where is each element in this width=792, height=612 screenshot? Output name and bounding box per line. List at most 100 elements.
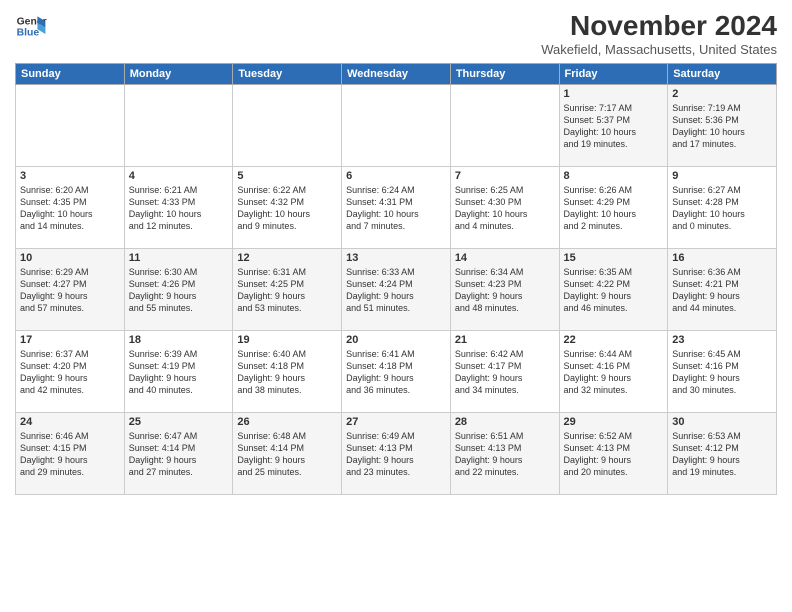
day-number: 11 xyxy=(129,252,229,264)
calendar-cell: 2Sunrise: 7:19 AM Sunset: 5:36 PM Daylig… xyxy=(668,85,777,167)
calendar-cell: 12 Sunrise: 6:31 AM Sunset: 4:25 PM Dayli… xyxy=(233,249,342,331)
day-number: 26 xyxy=(237,416,337,428)
day-info: Sunrise: 6:39 AM Sunset: 4:19 PM Dayligh… xyxy=(129,348,229,397)
day-info: Sunrise: 6:51 AM Sunset: 4:13 PM Dayligh… xyxy=(455,430,555,479)
day-number: 14 xyxy=(455,252,555,264)
logo: General Blue xyxy=(15,10,47,42)
calendar-cell: 5 Sunrise: 6:22 AM Sunset: 4:32 PM Daylig… xyxy=(233,167,342,249)
calendar-cell: 22 Sunrise: 6:44 AM Sunset: 4:16 PM Dayli… xyxy=(559,331,668,413)
day-number: 13 xyxy=(346,252,446,264)
calendar-cell: 21 Sunrise: 6:42 AM Sunset: 4:17 PM Dayli… xyxy=(450,331,559,413)
calendar-cell: 28Sunrise: 6:51 AM Sunset: 4:13 PM Dayli… xyxy=(450,413,559,495)
calendar-header-saturday: Saturday xyxy=(668,64,777,85)
day-info: Sunrise: 6:31 AM Sunset: 4:25 PM Dayligh… xyxy=(237,266,337,315)
calendar-cell xyxy=(16,85,125,167)
month-title: November 2024 xyxy=(541,10,777,42)
day-info: Sunrise: 6:21 AM Sunset: 4:33 PM Dayligh… xyxy=(129,184,229,233)
day-info: Sunrise: 6:42 AM Sunset: 4:17 PM Dayligh… xyxy=(455,348,555,397)
location-subtitle: Wakefield, Massachusetts, United States xyxy=(541,42,777,57)
day-info: Sunrise: 6:41 AM Sunset: 4:18 PM Dayligh… xyxy=(346,348,446,397)
calendar-week-row: 3 Sunrise: 6:20 AM Sunset: 4:35 PM Daylig… xyxy=(16,167,777,249)
day-number: 7 xyxy=(455,170,555,182)
day-number: 3 xyxy=(20,170,120,182)
calendar-cell: 30Sunrise: 6:53 AM Sunset: 4:12 PM Dayli… xyxy=(668,413,777,495)
day-info: Sunrise: 6:46 AM Sunset: 4:15 PM Dayligh… xyxy=(20,430,120,479)
calendar-cell: 19Sunrise: 6:40 AM Sunset: 4:18 PM Dayli… xyxy=(233,331,342,413)
day-number: 4 xyxy=(129,170,229,182)
day-number: 23 xyxy=(672,334,772,346)
calendar-week-row: 10Sunrise: 6:29 AM Sunset: 4:27 PM Dayli… xyxy=(16,249,777,331)
calendar-cell: 16 Sunrise: 6:36 AM Sunset: 4:21 PM Dayli… xyxy=(668,249,777,331)
calendar-cell: 26 Sunrise: 6:48 AM Sunset: 4:14 PM Dayli… xyxy=(233,413,342,495)
day-number: 20 xyxy=(346,334,446,346)
day-info: Sunrise: 6:47 AM Sunset: 4:14 PM Dayligh… xyxy=(129,430,229,479)
calendar-header-tuesday: Tuesday xyxy=(233,64,342,85)
calendar-cell: 17 Sunrise: 6:37 AM Sunset: 4:20 PM Dayli… xyxy=(16,331,125,413)
logo-icon: General Blue xyxy=(15,10,47,42)
day-number: 5 xyxy=(237,170,337,182)
calendar-header-monday: Monday xyxy=(124,64,233,85)
day-number: 18 xyxy=(129,334,229,346)
calendar-cell: 25 Sunrise: 6:47 AM Sunset: 4:14 PM Dayli… xyxy=(124,413,233,495)
svg-text:Blue: Blue xyxy=(17,28,40,39)
day-number: 15 xyxy=(564,252,664,264)
day-info: Sunrise: 6:53 AM Sunset: 4:12 PM Dayligh… xyxy=(672,430,772,479)
day-number: 8 xyxy=(564,170,664,182)
day-info: Sunrise: 6:45 AM Sunset: 4:16 PM Dayligh… xyxy=(672,348,772,397)
day-info: Sunrise: 6:37 AM Sunset: 4:20 PM Dayligh… xyxy=(20,348,120,397)
calendar-cell: 8 Sunrise: 6:26 AM Sunset: 4:29 PM Daylig… xyxy=(559,167,668,249)
calendar-cell: 7 Sunrise: 6:25 AM Sunset: 4:30 PM Daylig… xyxy=(450,167,559,249)
title-area: November 2024 Wakefield, Massachusetts, … xyxy=(541,10,777,57)
calendar-week-row: 24 Sunrise: 6:46 AM Sunset: 4:15 PM Dayli… xyxy=(16,413,777,495)
day-info: Sunrise: 6:34 AM Sunset: 4:23 PM Dayligh… xyxy=(455,266,555,315)
day-info: Sunrise: 6:24 AM Sunset: 4:31 PM Dayligh… xyxy=(346,184,446,233)
day-number: 22 xyxy=(564,334,664,346)
day-number: 12 xyxy=(237,252,337,264)
day-number: 21 xyxy=(455,334,555,346)
day-number: 1 xyxy=(564,88,664,100)
calendar-week-row: 17 Sunrise: 6:37 AM Sunset: 4:20 PM Dayli… xyxy=(16,331,777,413)
calendar-cell: 14 Sunrise: 6:34 AM Sunset: 4:23 PM Dayli… xyxy=(450,249,559,331)
day-info: Sunrise: 6:48 AM Sunset: 4:14 PM Dayligh… xyxy=(237,430,337,479)
day-info: Sunrise: 6:27 AM Sunset: 4:28 PM Dayligh… xyxy=(672,184,772,233)
calendar-cell xyxy=(342,85,451,167)
day-info: Sunrise: 6:25 AM Sunset: 4:30 PM Dayligh… xyxy=(455,184,555,233)
calendar-cell: 27 Sunrise: 6:49 AM Sunset: 4:13 PM Dayli… xyxy=(342,413,451,495)
calendar-cell: 29Sunrise: 6:52 AM Sunset: 4:13 PM Dayli… xyxy=(559,413,668,495)
day-number: 27 xyxy=(346,416,446,428)
day-info: Sunrise: 6:49 AM Sunset: 4:13 PM Dayligh… xyxy=(346,430,446,479)
day-number: 16 xyxy=(672,252,772,264)
day-info: Sunrise: 6:35 AM Sunset: 4:22 PM Dayligh… xyxy=(564,266,664,315)
calendar-header-row: SundayMondayTuesdayWednesdayThursdayFrid… xyxy=(16,64,777,85)
calendar-header-friday: Friday xyxy=(559,64,668,85)
day-info: Sunrise: 6:36 AM Sunset: 4:21 PM Dayligh… xyxy=(672,266,772,315)
calendar-cell: 24 Sunrise: 6:46 AM Sunset: 4:15 PM Dayli… xyxy=(16,413,125,495)
day-info: Sunrise: 6:30 AM Sunset: 4:26 PM Dayligh… xyxy=(129,266,229,315)
calendar-cell: 6 Sunrise: 6:24 AM Sunset: 4:31 PM Daylig… xyxy=(342,167,451,249)
day-info: Sunrise: 6:20 AM Sunset: 4:35 PM Dayligh… xyxy=(20,184,120,233)
day-number: 9 xyxy=(672,170,772,182)
calendar-header-wednesday: Wednesday xyxy=(342,64,451,85)
day-number: 2 xyxy=(672,88,772,100)
day-info: Sunrise: 6:40 AM Sunset: 4:18 PM Dayligh… xyxy=(237,348,337,397)
day-number: 6 xyxy=(346,170,446,182)
day-number: 24 xyxy=(20,416,120,428)
calendar-week-row: 1 Sunrise: 7:17 AM Sunset: 5:37 PM Daylig… xyxy=(16,85,777,167)
calendar-cell xyxy=(450,85,559,167)
day-info: Sunrise: 6:26 AM Sunset: 4:29 PM Dayligh… xyxy=(564,184,664,233)
day-info: Sunrise: 7:17 AM Sunset: 5:37 PM Dayligh… xyxy=(564,102,664,151)
day-info: Sunrise: 6:33 AM Sunset: 4:24 PM Dayligh… xyxy=(346,266,446,315)
calendar-cell xyxy=(124,85,233,167)
calendar-cell: 4 Sunrise: 6:21 AM Sunset: 4:33 PM Daylig… xyxy=(124,167,233,249)
day-number: 29 xyxy=(564,416,664,428)
calendar-header-thursday: Thursday xyxy=(450,64,559,85)
calendar-cell xyxy=(233,85,342,167)
calendar-cell: 20 Sunrise: 6:41 AM Sunset: 4:18 PM Dayli… xyxy=(342,331,451,413)
day-number: 17 xyxy=(20,334,120,346)
day-info: Sunrise: 6:22 AM Sunset: 4:32 PM Dayligh… xyxy=(237,184,337,233)
calendar-cell: 18 Sunrise: 6:39 AM Sunset: 4:19 PM Dayli… xyxy=(124,331,233,413)
day-info: Sunrise: 6:44 AM Sunset: 4:16 PM Dayligh… xyxy=(564,348,664,397)
calendar-cell: 23 Sunrise: 6:45 AM Sunset: 4:16 PM Dayli… xyxy=(668,331,777,413)
day-number: 25 xyxy=(129,416,229,428)
day-number: 10 xyxy=(20,252,120,264)
